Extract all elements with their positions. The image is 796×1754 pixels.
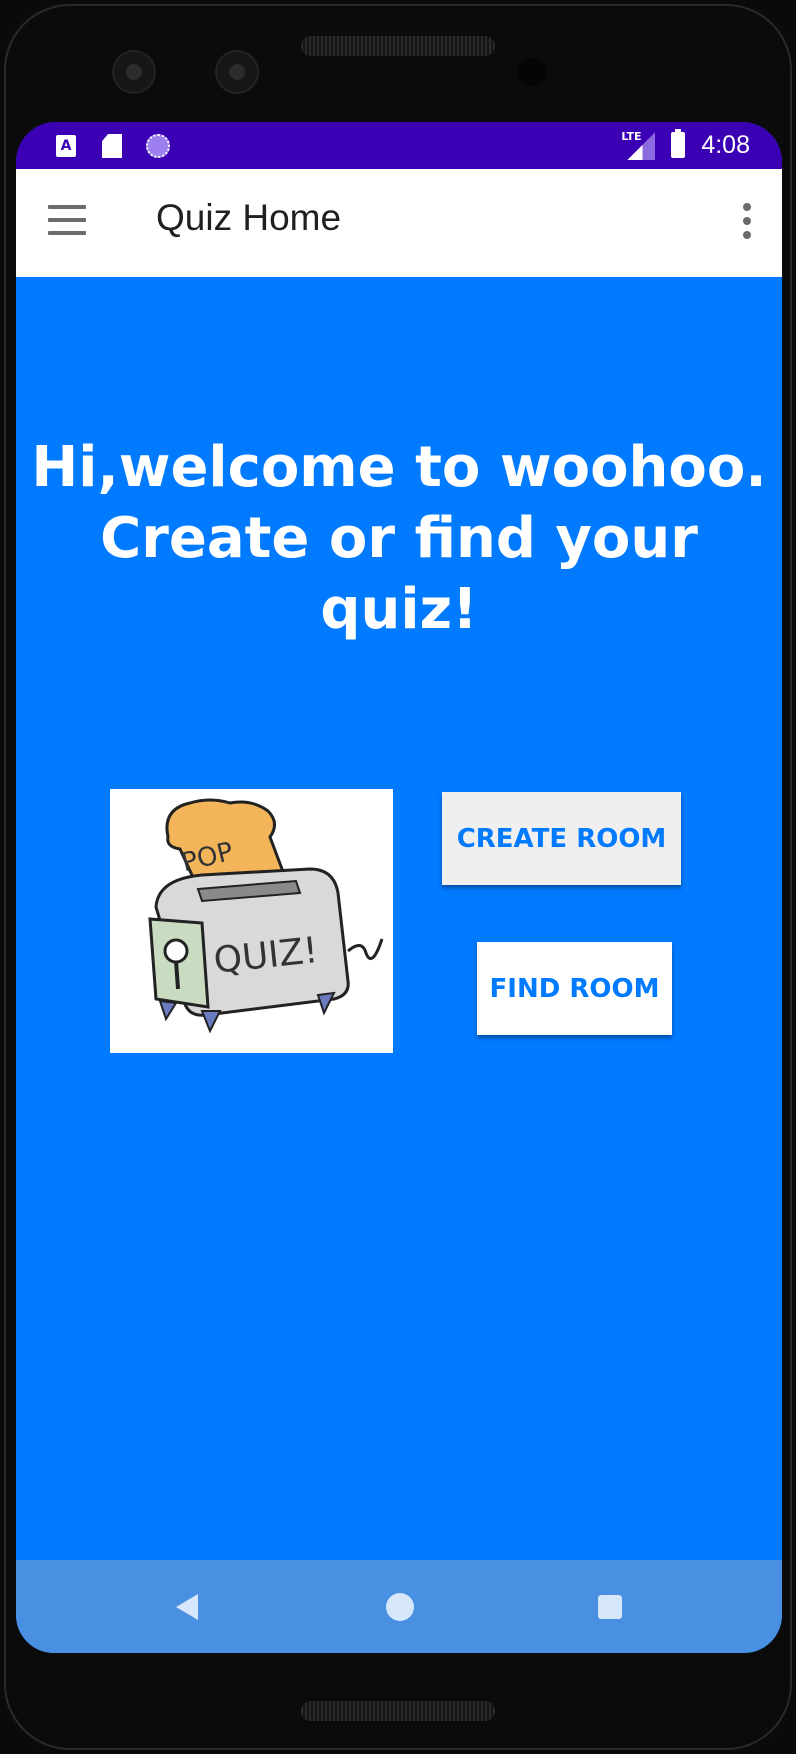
status-time: 4:08: [701, 130, 750, 159]
welcome-line-2: Create or find your quiz!: [100, 506, 698, 642]
phone-frame: A LTE 4:08 Quiz Home Hi,welcome to wooho…: [0, 0, 796, 1754]
sd-card-icon: [100, 134, 124, 158]
welcome-message: Hi,welcome to woohoo. Create or find you…: [16, 432, 782, 645]
front-camera-left: [112, 50, 156, 94]
page-title: Quiz Home: [156, 197, 342, 238]
signal-icon: LTE: [621, 130, 656, 160]
network-label: LTE: [621, 130, 642, 143]
battery-icon: [671, 129, 686, 158]
find-room-button[interactable]: FIND ROOM: [477, 942, 672, 1035]
hamburger-menu-icon[interactable]: [48, 205, 86, 235]
app-bar: Quiz Home: [16, 169, 782, 277]
home-icon[interactable]: [386, 1593, 414, 1621]
more-vert-icon[interactable]: [742, 203, 752, 239]
bottom-speaker: [301, 1701, 495, 1721]
proximity-sensor: [518, 58, 546, 86]
pop-quiz-toaster-image: POP QUIZ!: [110, 789, 393, 1053]
a-notification-icon: A: [54, 134, 78, 158]
back-icon[interactable]: [176, 1594, 198, 1620]
front-camera-right: [215, 50, 259, 94]
welcome-line-1: Hi,welcome to woohoo.: [31, 435, 767, 500]
screen: A LTE 4:08 Quiz Home Hi,welcome to wooho…: [16, 122, 782, 1653]
recents-icon[interactable]: [598, 1595, 622, 1619]
earpiece-speaker: [301, 36, 495, 56]
sync-icon: [146, 134, 170, 158]
create-room-button[interactable]: CREATE ROOM: [442, 792, 681, 885]
status-bar: A LTE 4:08: [16, 122, 782, 169]
navigation-bar: [16, 1560, 782, 1653]
